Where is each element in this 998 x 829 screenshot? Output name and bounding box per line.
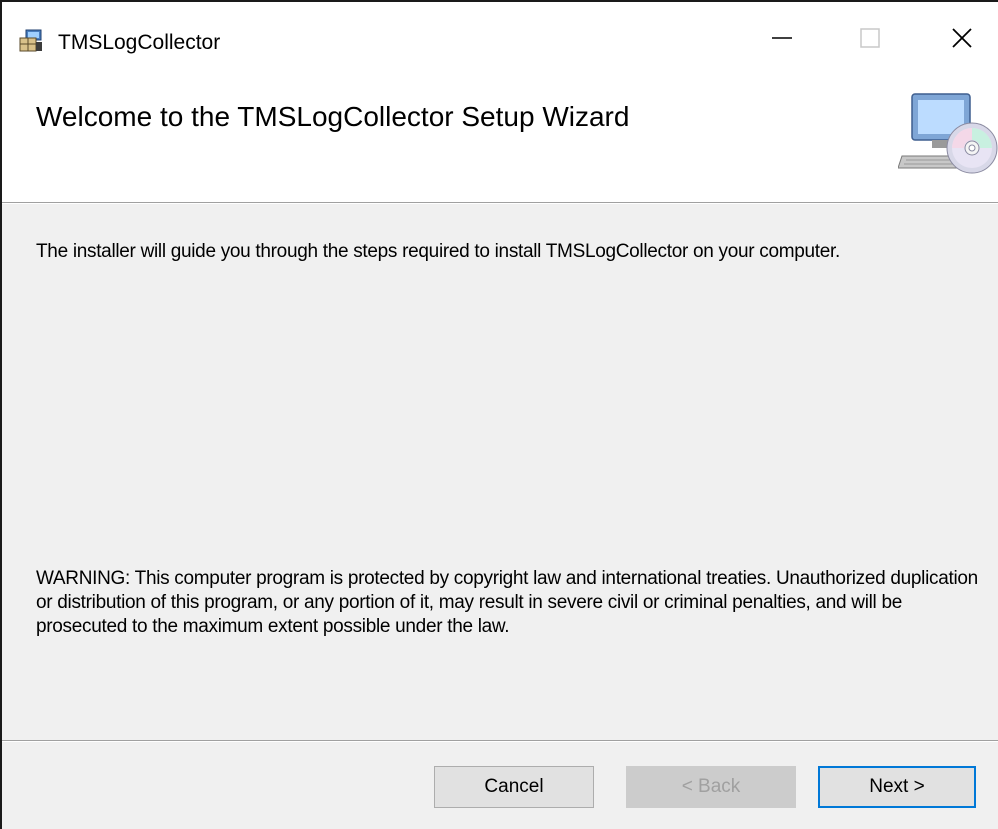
close-icon xyxy=(952,28,972,48)
next-button[interactable]: Next > xyxy=(818,766,976,808)
installer-package-icon xyxy=(19,29,42,52)
computer-cd-icon xyxy=(898,93,998,174)
back-button[interactable]: < Back xyxy=(626,766,796,808)
window-title: TMSLogCollector xyxy=(58,31,221,54)
copyright-warning-text: WARNING: This computer program is protec… xyxy=(36,568,978,637)
minimize-button[interactable] xyxy=(752,16,812,60)
close-button[interactable] xyxy=(932,16,992,60)
setup-wizard-window: TMSLogCollector Welcome to the TMSLogCol… xyxy=(0,0,998,829)
page-title: Welcome to the TMSLogCollector Setup Wiz… xyxy=(36,101,630,132)
cancel-button[interactable]: Cancel xyxy=(434,766,594,808)
maximize-icon xyxy=(860,28,880,48)
title-bar[interactable]: TMSLogCollector xyxy=(2,2,998,60)
intro-text: The installer will guide you through the… xyxy=(36,241,840,262)
header-divider-highlight xyxy=(2,203,998,204)
maximize-button[interactable] xyxy=(840,16,900,60)
minimize-icon xyxy=(772,37,792,39)
header-banner: Welcome to the TMSLogCollector Setup Wiz… xyxy=(2,60,998,202)
footer-divider-highlight xyxy=(2,741,998,742)
